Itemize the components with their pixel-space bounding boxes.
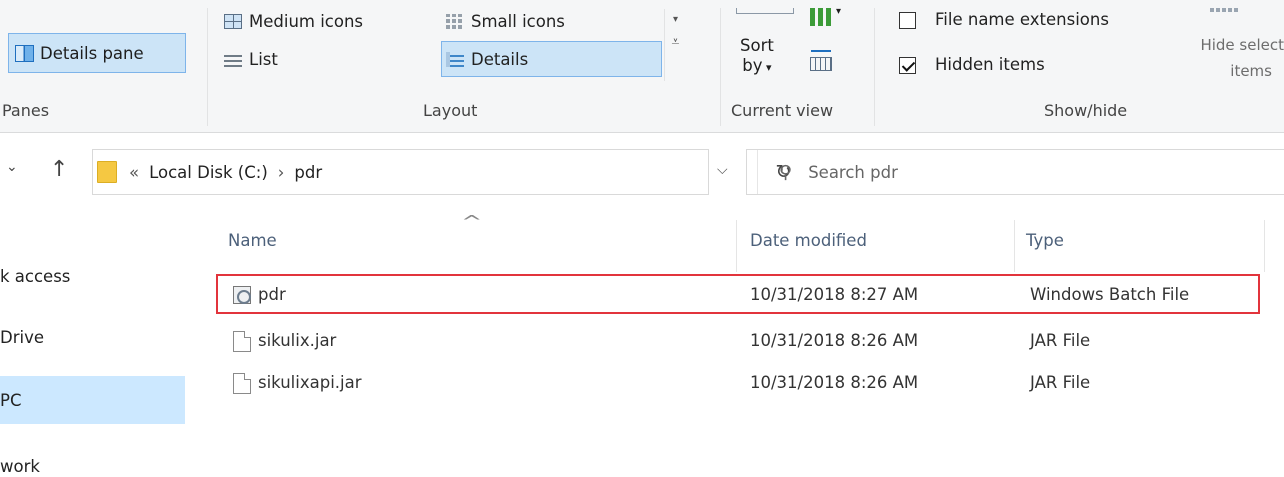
breadcrumb-separator[interactable]: › bbox=[278, 163, 285, 182]
file-name: sikulixapi.jar bbox=[258, 373, 362, 392]
up-arrow-icon[interactable]: ↑ bbox=[50, 157, 68, 182]
layout-list[interactable]: List bbox=[224, 44, 278, 74]
file-type: JAR File bbox=[1030, 373, 1091, 392]
address-dropdown-chevron-icon[interactable]: ⌵ bbox=[717, 162, 728, 178]
group-divider bbox=[207, 8, 208, 126]
file-type: JAR File bbox=[1030, 331, 1091, 350]
layout-medium-icons[interactable]: Medium icons bbox=[224, 6, 363, 36]
search-icon: ⚲ bbox=[779, 161, 793, 183]
file-date: 10/31/2018 8:26 AM bbox=[750, 373, 919, 392]
details-pane-icon bbox=[15, 44, 34, 62]
hide-selected-items-button[interactable]: Hide select items bbox=[1164, 32, 1284, 84]
search-input[interactable]: Search pdr bbox=[808, 163, 898, 182]
add-columns-icon[interactable] bbox=[808, 50, 834, 72]
sort-ascending-icon: ^ bbox=[460, 212, 483, 231]
details-pane-label: Details pane bbox=[40, 43, 144, 63]
layout-group-label: Layout bbox=[423, 101, 478, 120]
medium-icons-label: Medium icons bbox=[249, 11, 364, 31]
details-label: Details bbox=[471, 49, 529, 69]
details-icon bbox=[446, 51, 464, 67]
breadcrumb-local-disk[interactable]: Local Disk (C:) bbox=[149, 163, 268, 182]
breadcrumb-pdr[interactable]: pdr bbox=[294, 163, 322, 182]
hide-selected-label-2: items bbox=[1230, 62, 1272, 80]
breadcrumb-overflow[interactable]: « bbox=[129, 163, 139, 182]
file-date: 10/31/2018 8:26 AM bbox=[750, 331, 919, 350]
ribbon: Details pane Panes Medium icons Small ic… bbox=[0, 0, 1284, 133]
details-pane-button[interactable]: Details pane bbox=[8, 33, 186, 73]
current-view-group-label: Current view bbox=[731, 101, 834, 120]
file-icon bbox=[233, 331, 251, 352]
table-row[interactable]: pdr 10/31/2018 8:27 AM Windows Batch Fil… bbox=[216, 274, 1260, 314]
nav-item-drive[interactable]: Drive bbox=[0, 313, 185, 361]
file-name-extensions-label: File name extensions bbox=[935, 10, 1109, 29]
hidden-items-checkbox[interactable] bbox=[899, 57, 916, 74]
table-row[interactable]: sikulixapi.jar 10/31/2018 8:26 AM JAR Fi… bbox=[216, 364, 1260, 404]
nav-item-label: work bbox=[0, 456, 40, 476]
sort-by-button[interactable]: Sort by ▾ bbox=[740, 36, 774, 78]
layout-scroll-up-icon[interactable]: ▾ bbox=[665, 9, 686, 31]
file-name: pdr bbox=[258, 285, 286, 304]
group-by-icon[interactable] bbox=[810, 8, 834, 26]
hide-selected-icon bbox=[1210, 8, 1240, 12]
nav-item-network[interactable]: work bbox=[0, 442, 185, 477]
file-name-extensions-checkbox[interactable] bbox=[899, 12, 916, 29]
list-label: List bbox=[249, 49, 278, 69]
small-icons-icon bbox=[446, 13, 464, 29]
navigation-pane: k access Drive PC work bbox=[0, 210, 200, 477]
nav-item-label: PC bbox=[0, 390, 22, 410]
column-header-type[interactable]: Type bbox=[1026, 231, 1064, 250]
nav-item-this-pc[interactable]: PC bbox=[0, 376, 185, 424]
nav-item-label: k access bbox=[0, 266, 71, 286]
file-date: 10/31/2018 8:27 AM bbox=[750, 285, 919, 304]
table-row[interactable]: sikulix.jar 10/31/2018 8:26 AM JAR File bbox=[216, 322, 1260, 362]
layout-scroll[interactable]: ▾ ⩡ bbox=[664, 9, 686, 81]
layout-expand-icon[interactable]: ⩡ bbox=[665, 31, 686, 53]
chevron-down-icon: ▾ bbox=[762, 61, 772, 74]
show-hide-group-label: Show/hide bbox=[1044, 101, 1128, 120]
column-header-date-modified[interactable]: Date modified bbox=[750, 231, 867, 250]
file-list: ^ Name Date modified Type pdr 10/31/2018… bbox=[200, 210, 1284, 477]
address-bar[interactable]: « Local Disk (C:) › pdr ⌵ ↻ bbox=[92, 149, 791, 195]
column-divider[interactable] bbox=[1014, 220, 1015, 272]
panes-group-label: Panes bbox=[2, 101, 50, 120]
chevron-down-icon[interactable]: ▾ bbox=[836, 6, 841, 17]
file-name: sikulix.jar bbox=[258, 331, 337, 350]
column-divider[interactable] bbox=[1264, 220, 1265, 272]
hidden-items-label: Hidden items bbox=[935, 55, 1045, 74]
column-header-name[interactable]: Name bbox=[228, 231, 277, 250]
column-divider[interactable] bbox=[736, 220, 737, 272]
file-icon bbox=[233, 373, 251, 394]
small-icons-label: Small icons bbox=[471, 11, 565, 31]
nav-item-quick-access[interactable]: k access bbox=[0, 252, 185, 300]
hide-selected-label-1: Hide select bbox=[1200, 36, 1284, 54]
batch-file-icon bbox=[233, 286, 251, 304]
folder-icon bbox=[97, 161, 117, 183]
file-type: Windows Batch File bbox=[1030, 285, 1190, 304]
group-divider bbox=[720, 8, 721, 126]
sort-top-icon bbox=[736, 8, 794, 14]
layout-details[interactable]: Details bbox=[446, 44, 528, 74]
nav-item-label: Drive bbox=[0, 327, 44, 347]
recent-locations-chevron-icon[interactable]: ⌄ bbox=[6, 159, 18, 175]
layout-small-icons[interactable]: Small icons bbox=[446, 6, 565, 36]
list-icon bbox=[224, 51, 242, 67]
sort-label: Sort bbox=[740, 36, 774, 55]
sort-by-label: by bbox=[742, 56, 763, 75]
search-box[interactable]: ⚲ Search pdr bbox=[746, 149, 1284, 195]
medium-icons-icon bbox=[224, 13, 242, 29]
group-divider bbox=[874, 8, 875, 126]
